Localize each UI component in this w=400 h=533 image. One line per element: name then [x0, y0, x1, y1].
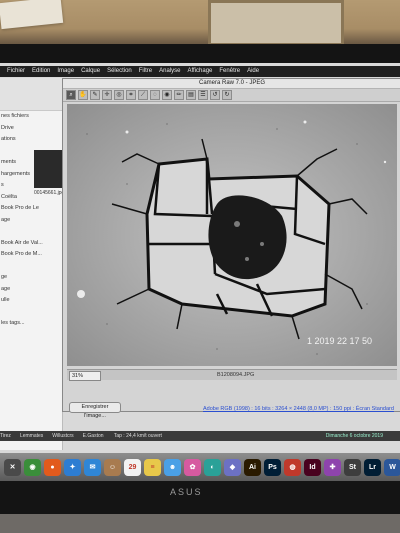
finder-sidebar-item[interactable]	[0, 226, 62, 238]
finder-sidebar-item[interactable]: les tags...	[0, 318, 62, 330]
desk-surface	[0, 514, 400, 533]
crop-icon[interactable]: ⌗	[126, 90, 136, 100]
menu-item[interactable]: Fenêtre	[219, 66, 240, 77]
finder-sidebar-item[interactable]: age	[0, 215, 62, 227]
notes-icon[interactable]: ≡	[144, 458, 161, 476]
cracked-concrete-photo: 1 2019 22 17 50	[67, 104, 397, 366]
photoshop-status-bar: Tirez Lemmates Willustcrs E.Gaston Dimanche …	[0, 431, 400, 441]
firefox-icon[interactable]: ●	[44, 458, 61, 476]
safari-icon[interactable]: ✦	[64, 458, 81, 476]
lightroom-icon[interactable]: Lr	[364, 458, 381, 476]
finder-icon[interactable]: ☻	[164, 458, 181, 476]
document-tab[interactable]: Willustcrs	[52, 433, 73, 439]
gradient-icon[interactable]: ▤	[186, 90, 196, 100]
finder-sidebar-item[interactable]: ulle	[0, 295, 62, 307]
finder-sidebar-item[interactable]	[0, 307, 62, 319]
app-icon-4[interactable]: ✚	[324, 458, 341, 476]
sampler-icon[interactable]: ✛	[102, 90, 112, 100]
file-thumbnail-label: 00145661.jpg	[34, 190, 65, 196]
rotate-left-icon[interactable]: ↺	[210, 90, 220, 100]
mail-icon[interactable]: ✉	[84, 458, 101, 476]
finder-sidebar-item[interactable]: ations	[0, 134, 62, 146]
preview-status-row: 31% B1208094.JPG	[67, 369, 397, 381]
finder-sidebar: nes fichiers Drive ations ments hargements s C…	[0, 78, 63, 450]
app-icon-3[interactable]: ◍	[284, 458, 301, 476]
file-name: B1208094.JPG	[217, 372, 255, 378]
finder-toolbar	[0, 78, 62, 111]
save-image-button[interactable]: Enregistrer l'image...	[69, 402, 121, 419]
background-wall	[0, 0, 400, 48]
camera-raw-dialog: Camera Raw 7.0 - JPEG ⌕ ✋ ✎ ✛ ◎ ⌗ ⟋ ◌ ◉ …	[62, 78, 400, 419]
monitor-brand: ASUS	[170, 487, 203, 497]
finder-sidebar-item[interactable]	[0, 261, 62, 273]
finder-sidebar-item[interactable]: Drive	[0, 123, 62, 135]
chrome-icon[interactable]: ◉	[24, 458, 41, 476]
spot-icon[interactable]: ◌	[150, 90, 160, 100]
menu-item[interactable]: Calque	[81, 66, 100, 77]
finder-sidebar-item[interactable]: Book Air de Val...	[0, 238, 62, 250]
menu-bar: Fichier Edition Image Calque Sélection Filtre…	[0, 66, 400, 77]
contacts-icon[interactable]: ☺	[104, 458, 121, 476]
photos-icon[interactable]: ✿	[184, 458, 201, 476]
info-readout: Tap : 24,4 km/t ouvert	[113, 433, 162, 439]
document-tab[interactable]: E.Gaston	[83, 433, 104, 439]
menu-item[interactable]: Analyse	[159, 66, 180, 77]
dialog-title: Camera Raw 7.0 - JPEG	[63, 79, 400, 89]
finder-sidebar-item[interactable]: Book Pro de M...	[0, 249, 62, 261]
straighten-icon[interactable]: ⟋	[138, 90, 148, 100]
menu-item[interactable]: Filtre	[139, 66, 152, 77]
wall-frame	[208, 0, 344, 46]
photoshop-icon[interactable]: Ps	[264, 458, 281, 476]
finder-sidebar-item[interactable]: Book Pro de Le	[0, 203, 62, 215]
document-tab[interactable]: Lemmates	[20, 433, 43, 439]
zoom-tool-icon[interactable]: ⌕	[66, 90, 76, 100]
finder-sidebar-item[interactable]: ge	[0, 272, 62, 284]
app-icon-2[interactable]: ◆	[224, 458, 241, 476]
brush-icon[interactable]: ✏	[174, 90, 184, 100]
list-icon[interactable]: ☰	[198, 90, 208, 100]
menu-item[interactable]: Affichage	[187, 66, 212, 77]
menu-item[interactable]: Aide	[247, 66, 259, 77]
redeye-icon[interactable]: ◉	[162, 90, 172, 100]
indesign-icon[interactable]: Id	[304, 458, 321, 476]
word-icon[interactable]: W	[384, 458, 400, 476]
hand-tool-icon[interactable]: ✋	[78, 90, 88, 100]
menu-item[interactable]: Image	[57, 66, 74, 77]
eyedropper-icon[interactable]: ✎	[90, 90, 100, 100]
document-tab[interactable]: Tirez	[0, 433, 11, 439]
target-icon[interactable]: ◎	[114, 90, 124, 100]
dialog-toolbar: ⌕ ✋ ✎ ✛ ◎ ⌗ ⟋ ◌ ◉ ✏ ▤ ☰ ↺ ↻	[63, 89, 400, 102]
app-icon-1[interactable]: ◐	[204, 458, 221, 476]
menu-item[interactable]: Sélection	[107, 66, 132, 77]
app-icon-5[interactable]: St	[344, 458, 361, 476]
menu-item[interactable]: Fichier	[7, 66, 25, 77]
date-stamp: 1 2019 22 17 50	[307, 336, 372, 346]
wall-paper	[0, 0, 64, 30]
rotate-right-icon[interactable]: ↻	[222, 90, 232, 100]
date-status: Dimanche 6 octobre 2019	[325, 433, 383, 439]
workflow-options-link[interactable]: Adobe RGB (1998) : 16 bits : 3264 × 2448…	[203, 406, 394, 412]
finder-sidebar-item[interactable]: age	[0, 284, 62, 296]
dock: ✕ ◉ ● ✦ ✉ ☺ 29 ≡ ☻ ✿ ◐ ◆ Ai Ps ◍ Id ✚ St Lr W	[0, 453, 400, 481]
menu-item[interactable]: Edition	[32, 66, 50, 77]
illustrator-icon[interactable]: Ai	[244, 458, 261, 476]
finder-sidebar-item[interactable]: nes fichiers	[0, 111, 62, 123]
calendar-icon[interactable]: 29	[124, 458, 141, 476]
photo-preview: 1 2019 22 17 50	[67, 104, 397, 366]
zoom-select[interactable]: 31%	[69, 371, 101, 381]
file-thumbnail[interactable]	[34, 150, 62, 188]
x-icon[interactable]: ✕	[4, 458, 21, 476]
